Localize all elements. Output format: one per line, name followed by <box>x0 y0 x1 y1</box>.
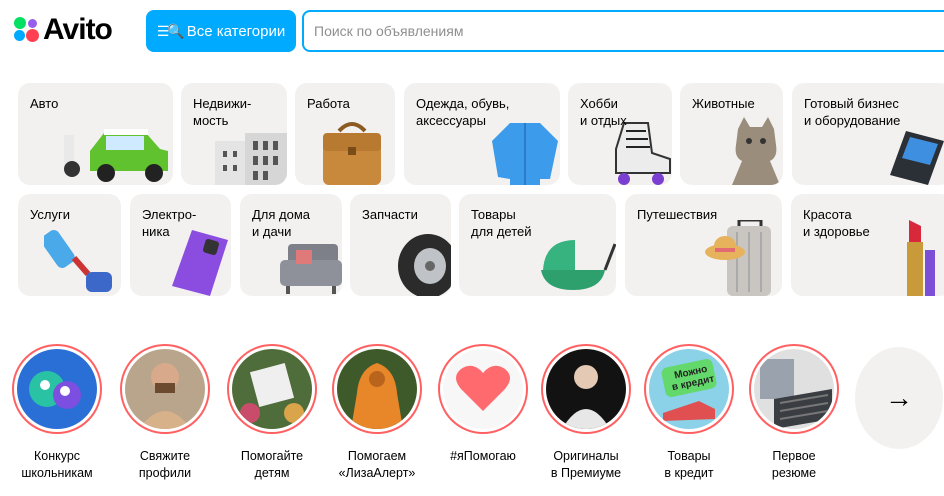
story-caption: Конкурс школьникам <box>21 449 93 480</box>
category-business[interactable]: Готовый бизнес и оборудование <box>792 83 944 185</box>
story-link-profiles[interactable]: Свяжите профили <box>117 344 213 482</box>
category-label: Запчасти <box>362 207 418 222</box>
story-image <box>17 349 97 429</box>
story-caption: #яПомогаю <box>450 449 516 463</box>
story-caption: Помогаем «ЛизаАлерт» <box>338 449 416 480</box>
category-label: Красота и здоровье <box>803 207 870 239</box>
heart-icon <box>456 365 510 411</box>
category-label: Работа <box>307 96 350 111</box>
category-electronics[interactable]: Электро- ника <box>130 194 231 296</box>
tire-icon <box>398 234 451 296</box>
story-credit-goods[interactable]: Можно в кредит Товары в кредит <box>641 344 737 482</box>
category-realty[interactable]: Недвижи- мость <box>181 83 287 185</box>
story-image <box>337 349 417 429</box>
story-image: Можно в кредит <box>649 349 729 429</box>
all-categories-label: Все категории <box>186 22 286 40</box>
story-caption: Помогайте детям <box>240 449 304 480</box>
category-spare-parts[interactable]: Запчасти <box>350 194 451 296</box>
story-caption: Товары в кредит <box>664 449 714 480</box>
story-i-help[interactable]: #яПомогаю <box>435 344 531 465</box>
category-label: Недвижи- мость <box>193 96 252 128</box>
story-image <box>546 349 626 429</box>
category-home[interactable]: Для дома и дачи <box>240 194 342 296</box>
story-image <box>754 349 834 429</box>
payment-terminal-icon <box>890 131 944 185</box>
story-caption: Свяжите профили <box>138 449 192 480</box>
story-liza-alert[interactable]: Помогаем «ЛизаАлерт» <box>329 344 425 482</box>
story-image <box>125 349 205 429</box>
category-label: Для дома и дачи <box>252 207 311 239</box>
car-icon <box>64 129 168 182</box>
category-beauty[interactable]: Красота и здоровье <box>791 194 944 296</box>
sofa-icon <box>280 244 342 294</box>
search-input[interactable] <box>302 10 944 52</box>
category-label: Животные <box>692 96 755 111</box>
category-kids[interactable]: Товары для детей <box>459 194 616 296</box>
categories-menu-icon: ☰🔍 <box>156 22 185 39</box>
stories-next-button[interactable]: → <box>855 347 943 449</box>
story-caption: Первое резюме <box>771 449 817 480</box>
story-first-resume[interactable]: Первое резюме <box>746 344 842 482</box>
logo-text: Avito <box>43 13 113 46</box>
category-label: Услуги <box>30 207 70 222</box>
story-caption: Оригиналы в Премиуме <box>550 449 622 480</box>
story-help-children[interactable]: Помогайте детям <box>224 344 320 482</box>
category-hobby[interactable]: Хобби и отдых <box>568 83 672 185</box>
category-label: Хобби и отдых <box>580 96 627 128</box>
category-label: Авто <box>30 96 59 111</box>
category-services[interactable]: Услуги <box>18 194 121 296</box>
all-categories-button[interactable]: ☰🔍 Все категории <box>146 10 296 52</box>
category-auto[interactable]: Авто <box>18 83 173 185</box>
category-label: Электро- ника <box>142 207 197 239</box>
category-label: Готовый бизнес и оборудование <box>804 96 901 128</box>
category-clothes[interactable]: Одежда, обувь, аксессуары <box>404 83 560 185</box>
arrow-right-icon: → <box>885 382 913 413</box>
category-travel[interactable]: Путешествия <box>625 194 782 296</box>
stroller-icon <box>541 240 616 290</box>
category-animals[interactable]: Животные <box>680 83 783 185</box>
category-label: Одежда, обувь, аксессуары <box>416 96 510 128</box>
logo-dots-icon <box>14 17 40 43</box>
story-contest[interactable]: Конкурс школьникам <box>9 344 105 482</box>
lipstick-icon <box>907 220 935 296</box>
building-icon <box>215 133 287 185</box>
category-label: Путешествия <box>637 207 718 222</box>
suitcase-icon <box>705 220 771 296</box>
paint-roller-icon <box>44 230 112 292</box>
story-image <box>443 349 523 429</box>
cat-icon <box>732 117 780 185</box>
story-originals-premium[interactable]: Оригиналы в Премиуме <box>538 344 634 482</box>
laptop-icon <box>760 359 832 429</box>
story-image <box>232 349 312 429</box>
category-jobs[interactable]: Работа <box>295 83 395 185</box>
briefcase-icon <box>323 122 381 185</box>
avito-logo[interactable]: Avito <box>14 10 113 50</box>
category-label: Товары для детей <box>471 207 532 239</box>
